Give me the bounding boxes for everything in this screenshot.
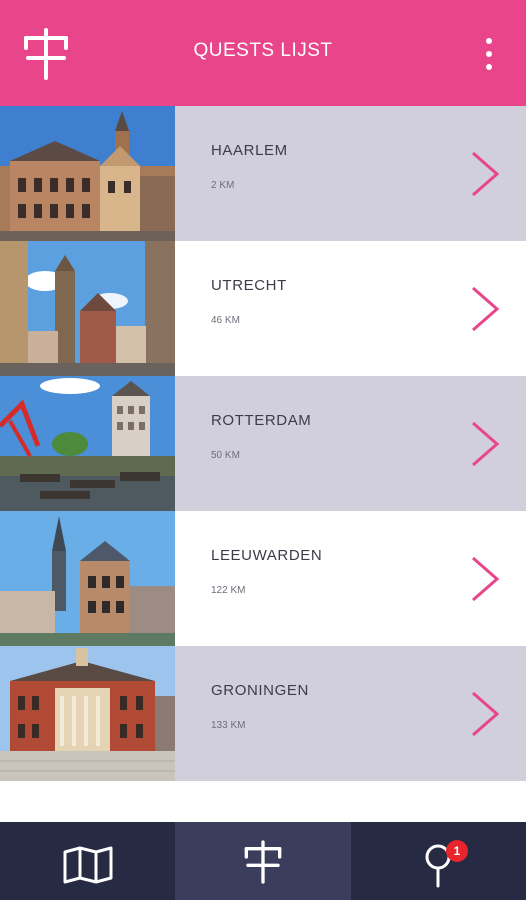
utrecht-photo (0, 241, 175, 376)
quest-item-rotterdam[interactable]: ROTTERDAM 50 KM (0, 376, 526, 511)
quest-item-groningen[interactable]: GRONINGEN 133 KM (0, 646, 526, 781)
quest-name: LEEUWARDEN (211, 547, 323, 564)
chevron-right-icon[interactable] (470, 285, 500, 333)
quest-name: GRONINGEN (211, 682, 309, 699)
quest-item-leeuwarden[interactable]: LEEUWARDEN 122 KM (0, 511, 526, 646)
chevron-right-icon[interactable] (470, 555, 500, 603)
chevron-right-icon[interactable] (470, 690, 500, 738)
page-title: QUESTS LIJST (193, 40, 333, 61)
bottom-tab-bar: 1 (0, 822, 526, 900)
app-header: QUESTS LIJST (0, 0, 526, 106)
quest-list: HAARLEM 2 KM UTRECHT 46 KM ROTTERDAM 50 … (0, 106, 526, 781)
quest-name: ROTTERDAM (211, 412, 312, 429)
chevron-right-icon[interactable] (470, 150, 500, 198)
tab-quests[interactable] (175, 822, 351, 900)
quest-item-utrecht[interactable]: UTRECHT 46 KM (0, 241, 526, 376)
quest-distance: 50 KM (211, 450, 240, 461)
quest-name: UTRECHT (211, 277, 287, 294)
notification-badge: 1 (446, 840, 468, 862)
leeuwarden-photo (0, 511, 175, 646)
signpost-icon (244, 840, 282, 884)
haarlem-photo (0, 106, 175, 241)
quest-item-haarlem[interactable]: HAARLEM 2 KM (0, 106, 526, 241)
more-vertical-icon[interactable] (478, 34, 500, 74)
rotterdam-photo (0, 376, 175, 511)
groningen-photo (0, 646, 175, 781)
quest-distance: 2 KM (211, 180, 235, 191)
quest-name: HAARLEM (211, 142, 288, 159)
map-icon (63, 846, 113, 884)
chevron-right-icon[interactable] (470, 420, 500, 468)
quest-distance: 133 KM (211, 720, 246, 731)
quest-distance: 46 KM (211, 315, 240, 326)
tab-map[interactable] (0, 822, 175, 900)
tab-locations[interactable] (351, 822, 526, 900)
quest-distance: 122 KM (211, 585, 246, 596)
